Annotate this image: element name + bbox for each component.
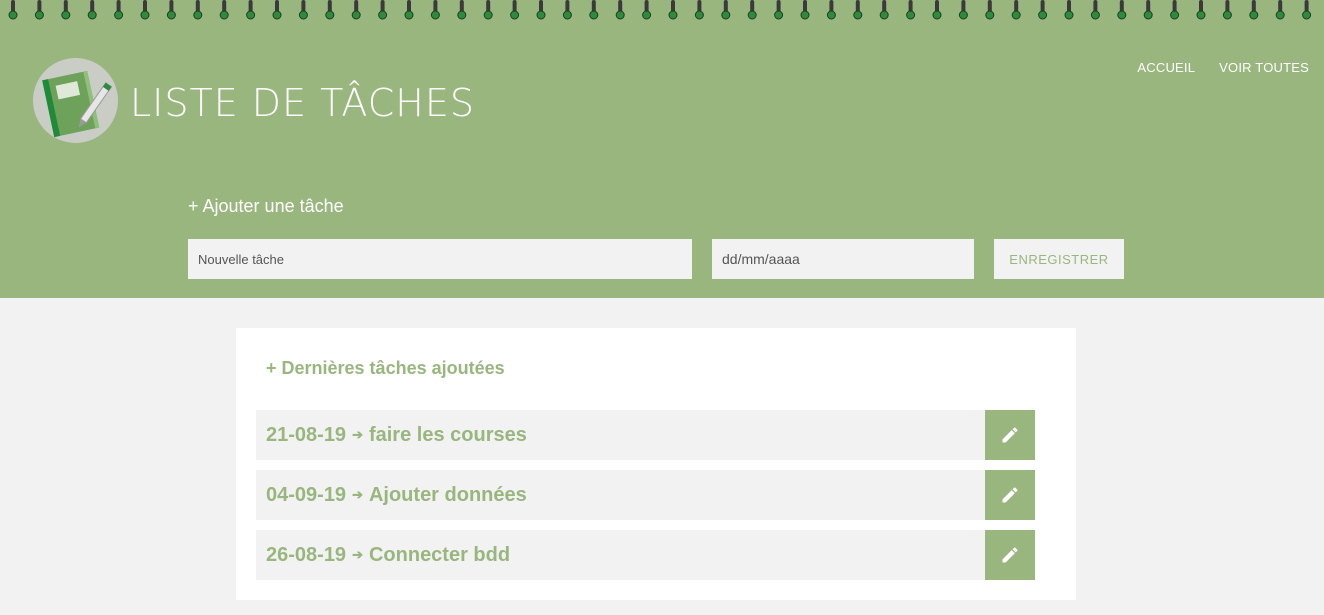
add-task-heading: + Ajouter une tâche bbox=[188, 196, 344, 216]
spiral-hole bbox=[1170, 10, 1180, 20]
spiral-hole bbox=[589, 10, 599, 20]
spiral-hole bbox=[1275, 10, 1285, 20]
spiral-hole bbox=[1302, 10, 1312, 20]
spiral-hole bbox=[642, 10, 652, 20]
spiral-hole bbox=[562, 10, 572, 20]
spiral-hole bbox=[272, 10, 282, 20]
spiral-hole bbox=[721, 10, 731, 20]
spiral-hole bbox=[378, 10, 388, 20]
edit-task-button[interactable] bbox=[985, 530, 1035, 580]
pencil-icon bbox=[1002, 427, 1018, 443]
spiral-hole bbox=[879, 10, 889, 20]
arrow-icon: ➔ bbox=[352, 487, 363, 502]
spiral-hole bbox=[1011, 10, 1021, 20]
task-date: 26-08-19 bbox=[266, 543, 347, 566]
nav-link-accueil[interactable]: ACCUEIL bbox=[1137, 60, 1195, 75]
task-date: 04-09-19 bbox=[266, 483, 347, 506]
spiral-hole bbox=[246, 10, 256, 20]
spiral-hole bbox=[140, 10, 150, 20]
spiral-hole bbox=[668, 10, 678, 20]
logo bbox=[33, 58, 118, 143]
spiral-hole bbox=[1117, 10, 1127, 20]
spiral-hole bbox=[826, 10, 836, 20]
task-row: 04-09-19 ➔ Ajouter données bbox=[256, 470, 1035, 520]
task-date-input[interactable] bbox=[712, 239, 974, 279]
notebook-pen-icon bbox=[42, 70, 113, 138]
spiral-hole bbox=[193, 10, 203, 20]
task-item[interactable]: 26-08-19 ➔ Connecter bdd bbox=[256, 530, 985, 580]
task-name: faire les courses bbox=[368, 423, 527, 446]
spiral-hole bbox=[1064, 10, 1074, 20]
task-name: Connecter bdd bbox=[368, 543, 511, 566]
pencil-icon bbox=[1002, 487, 1018, 503]
spiral-hole bbox=[747, 10, 757, 20]
save-button[interactable]: ENREGISTRER bbox=[994, 239, 1124, 279]
spiral-hole bbox=[853, 10, 863, 20]
spiral-hole bbox=[1090, 10, 1100, 20]
edit-task-button[interactable] bbox=[985, 470, 1035, 520]
edit-task-button[interactable] bbox=[985, 410, 1035, 460]
new-task-input[interactable] bbox=[188, 239, 692, 279]
task-date: 21-08-19 bbox=[266, 423, 347, 446]
spiral-hole bbox=[166, 10, 176, 20]
spiral-hole bbox=[774, 10, 784, 20]
header: LISTE DE TÂCHES ACCUEIL VOIR TOUTES + Aj… bbox=[0, 0, 1324, 298]
spiral-hole bbox=[1038, 10, 1048, 20]
spiral-binding bbox=[8, 0, 1312, 20]
spiral-hole bbox=[34, 10, 44, 20]
nav-link-voir-toutes[interactable]: VOIR TOUTES bbox=[1219, 60, 1309, 75]
spiral-hole bbox=[1249, 10, 1259, 20]
task-item[interactable]: 04-09-19 ➔ Ajouter données bbox=[256, 470, 985, 520]
spiral-hole bbox=[351, 10, 361, 20]
spiral-hole bbox=[219, 10, 229, 20]
recent-tasks-heading: + Dernières tâches ajoutées bbox=[266, 358, 505, 378]
spiral-hole bbox=[800, 10, 810, 20]
spiral-hole bbox=[615, 10, 625, 20]
spiral-hole bbox=[298, 10, 308, 20]
task-row: 26-08-19 ➔ Connecter bdd bbox=[256, 530, 1035, 580]
spiral-hole bbox=[932, 10, 942, 20]
arrow-icon: ➔ bbox=[352, 547, 363, 562]
spiral-hole bbox=[1222, 10, 1232, 20]
spiral-hole bbox=[8, 10, 18, 20]
pencil-icon bbox=[1002, 547, 1018, 563]
spiral-hole bbox=[404, 10, 414, 20]
spiral-hole bbox=[483, 10, 493, 20]
spiral-hole bbox=[1143, 10, 1153, 20]
spiral-hole bbox=[985, 10, 995, 20]
spiral-hole bbox=[457, 10, 467, 20]
task-item[interactable]: 21-08-19 ➔ faire les courses bbox=[256, 410, 985, 460]
recent-tasks-panel: + Dernières tâches ajoutées 21-08-19 ➔ f… bbox=[236, 328, 1076, 600]
spiral-hole bbox=[510, 10, 520, 20]
spiral-hole bbox=[114, 10, 124, 20]
site-title: LISTE DE TÂCHES bbox=[130, 81, 475, 125]
task-row: 21-08-19 ➔ faire les courses bbox=[256, 410, 1035, 460]
spiral-hole bbox=[61, 10, 71, 20]
spiral-hole bbox=[87, 10, 97, 20]
spiral-hole bbox=[958, 10, 968, 20]
task-name: Ajouter données bbox=[368, 483, 527, 506]
main-nav: ACCUEIL VOIR TOUTES bbox=[1137, 60, 1309, 75]
spiral-hole bbox=[1196, 10, 1206, 20]
spiral-hole bbox=[536, 10, 546, 20]
spiral-hole bbox=[430, 10, 440, 20]
spiral-hole bbox=[906, 10, 916, 20]
spiral-hole bbox=[694, 10, 704, 20]
arrow-icon: ➔ bbox=[352, 427, 363, 442]
spiral-hole bbox=[325, 10, 335, 20]
